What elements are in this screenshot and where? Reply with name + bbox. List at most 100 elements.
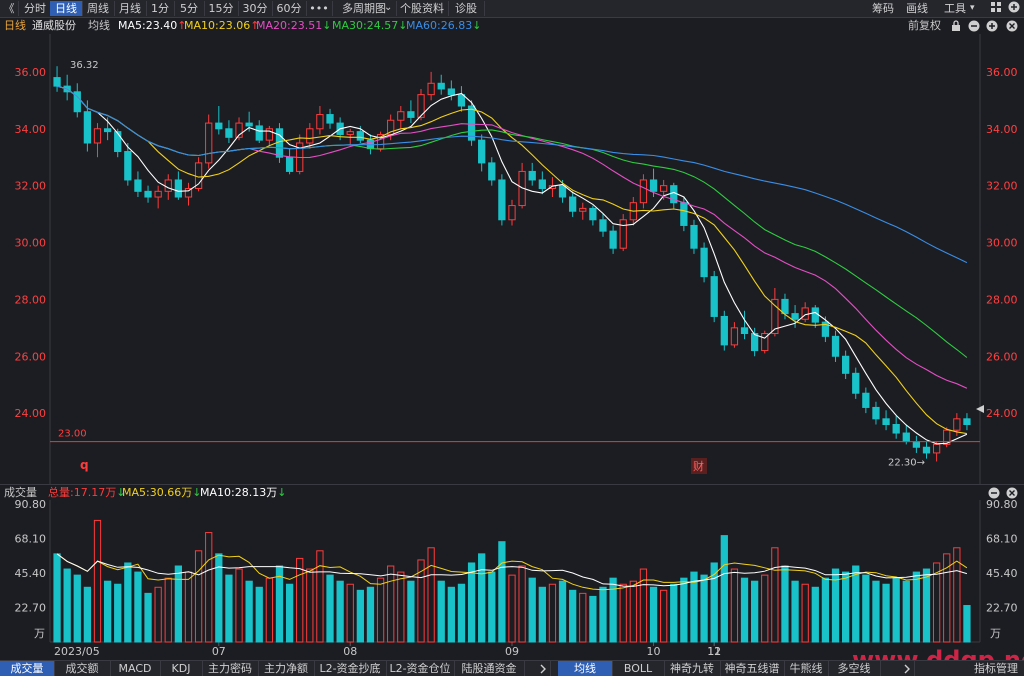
indicator-tab-1[interactable]: 成交额: [54, 661, 111, 676]
indicator-tab-7[interactable]: L2-资金仓位: [386, 661, 455, 676]
volume-close-icon[interactable]: [1006, 485, 1018, 501]
candle-body: [781, 298, 789, 315]
overlay-tab-4[interactable]: 牛熊线: [784, 661, 829, 676]
volume-bar: [538, 586, 546, 643]
volume-bar: [609, 577, 617, 643]
high-price-label: 36.32: [70, 60, 99, 71]
candle-body: [599, 219, 607, 232]
volume-bar: [548, 583, 557, 643]
volume-bar: [791, 580, 799, 643]
candle-body: [255, 125, 263, 141]
candle-body: [579, 207, 587, 212]
indicator-tab-4[interactable]: 主力密码: [202, 661, 259, 676]
price-tick-right: 34.00: [986, 123, 1018, 136]
finance-event-label[interactable]: 财: [693, 459, 704, 473]
volume-tick-right: 45.40: [986, 567, 1018, 580]
indicator-management-button[interactable]: 指标管理: [968, 661, 1024, 676]
candle-body: [791, 313, 799, 320]
volume-legend: 成交量 总量:17.17万↓ MA5:30.66万↓ MA10:28.13万↓: [0, 484, 1024, 501]
overlay-tab-2[interactable]: 神奇九转: [664, 661, 721, 676]
price-tick-left: 30.00: [15, 237, 47, 250]
indicator-tabs: 成交量 成交额 MACD KDJ 主力密码 主力净额 L2-资金抄底 L2-资金仓位 陆股通资金…: [0, 660, 1024, 676]
ma20-line: [56, 85, 968, 389]
low-price-label: 22.30→: [888, 457, 925, 468]
candle-body: [134, 179, 142, 192]
candle-body: [558, 185, 567, 198]
indicator-tab-6[interactable]: L2-资金抄底: [314, 661, 387, 676]
indicator-tab-2[interactable]: MACD: [110, 661, 161, 676]
volume-title[interactable]: 成交量: [4, 485, 37, 501]
candle-body: [447, 88, 455, 96]
candle-body: [53, 77, 61, 87]
candle-body: [730, 327, 739, 346]
volume-bar: [245, 580, 253, 643]
candle-body: [569, 196, 577, 212]
x-axis-label: 07: [212, 645, 226, 658]
volume-bar: [852, 565, 860, 643]
candle-body: [710, 276, 718, 317]
volume-bar: [771, 547, 779, 643]
volume-bar: [124, 562, 132, 643]
volume-bar: [336, 580, 344, 643]
volume-bar: [882, 583, 890, 643]
candlestick-chart[interactable]: 36.00 36.00 34.00 34.00 32.00 32.00 30.00 30.00…: [0, 0, 1024, 660]
candle-body: [660, 185, 668, 192]
overlay-tab-1[interactable]: BOLL: [612, 661, 665, 676]
price-tick-right: 24.00: [986, 407, 1018, 420]
candle-body: [882, 418, 890, 426]
candle-body: [245, 122, 253, 127]
indicator-tab-0[interactable]: 成交量: [0, 661, 55, 676]
candle-body: [316, 114, 324, 130]
candle-body: [680, 202, 688, 226]
indicator-tab-5[interactable]: 主力净额: [258, 661, 315, 676]
candle-body: [478, 139, 486, 164]
volume-bar: [801, 583, 809, 643]
volume-bar: [478, 553, 486, 643]
tabs-more-icon[interactable]: [900, 661, 915, 676]
volume-bar: [326, 574, 334, 643]
candle-body: [639, 179, 648, 204]
volume-bar: [225, 574, 233, 643]
volume-zoom-out-icon[interactable]: [988, 485, 1000, 501]
x-axis-label: 10: [647, 645, 661, 658]
volume-bar: [306, 568, 314, 643]
volume-tick-right: 22.70: [986, 602, 1018, 615]
overlay-tab-5[interactable]: 多空线: [828, 661, 881, 676]
candle-body: [205, 122, 213, 164]
tabs-scroll-right-icon[interactable]: [536, 661, 551, 676]
overlay-tab-0[interactable]: 均线: [558, 661, 613, 676]
candle-body: [346, 131, 354, 135]
volume-bar: [265, 577, 273, 643]
volume-tick-left: 22.70: [15, 602, 47, 615]
price-tick-left: 28.00: [15, 293, 47, 306]
volume-bar: [184, 571, 193, 643]
volume-bar: [670, 583, 678, 643]
volume-bar: [387, 565, 395, 643]
price-tick-right: 32.00: [986, 180, 1018, 193]
volume-bar: [558, 580, 567, 643]
candle-body: [892, 424, 900, 434]
candle-body: [831, 335, 840, 357]
price-tick-left: 34.00: [15, 123, 47, 136]
candle-body: [407, 111, 415, 118]
volume-total: 总量:17.17万↓: [48, 486, 126, 499]
volume-bar: [740, 577, 749, 643]
price-tick-right: 30.00: [986, 237, 1018, 250]
candle-body: [498, 179, 506, 221]
volume-bar: [720, 535, 728, 643]
volume-bar: [680, 577, 688, 643]
candle-body: [872, 406, 880, 420]
volume-tick-left: 68.10: [15, 533, 47, 546]
candle-body: [751, 333, 759, 352]
price-tick-left: 24.00: [15, 407, 47, 420]
volume-bar: [518, 565, 526, 643]
indicator-tab-3[interactable]: KDJ: [160, 661, 203, 676]
candle-body: [174, 179, 183, 198]
price-tick-right: 26.00: [986, 350, 1018, 363]
event-marker-q[interactable]: q: [80, 458, 89, 472]
overlay-tab-3[interactable]: 神奇五线谱: [720, 661, 785, 676]
volume-bar: [862, 574, 870, 643]
indicator-tab-8[interactable]: 陆股通资金: [454, 661, 525, 676]
price-tick-right: 28.00: [986, 293, 1018, 306]
candle-body: [953, 418, 961, 431]
